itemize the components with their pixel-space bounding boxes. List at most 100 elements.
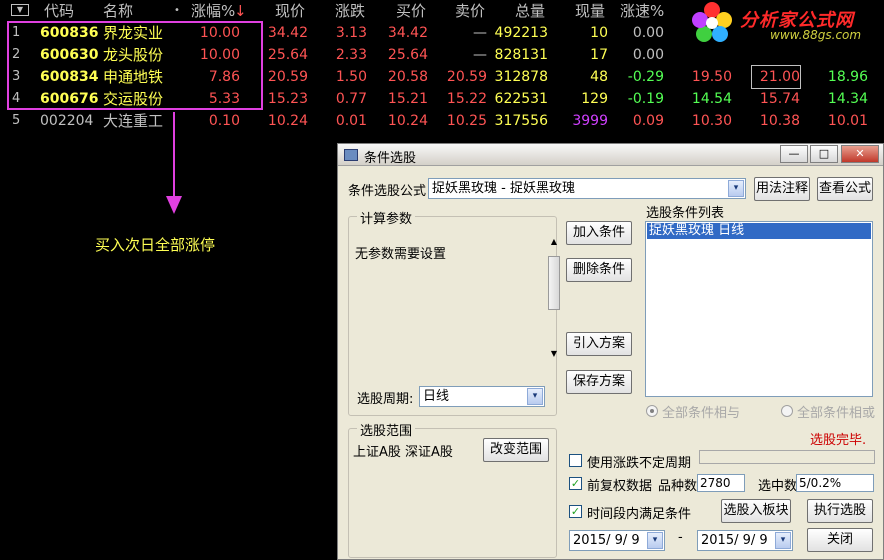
uncertain-period-label[interactable]: 使用涨跌不定周期 — [587, 452, 691, 471]
price: 25.64 — [267, 47, 308, 63]
scroll-thumb[interactable] — [548, 256, 560, 310]
flower-logo-icon — [692, 2, 732, 42]
current-volume: 48 — [590, 69, 608, 85]
condition-select-dialog: 条件选股 — □ ✕ 条件选股公式 捉妖黑玫瑰 - 捉妖黑玫瑰 ▾ 用法注释 查… — [337, 143, 884, 560]
add-condition-button[interactable]: 加入条件 — [566, 221, 632, 245]
header-price[interactable]: 现价 — [275, 0, 305, 22]
chevron-down-icon[interactable]: ▾ — [527, 388, 543, 405]
formula-select[interactable]: 捉妖黑玫瑰 - 捉妖黑玫瑰 ▾ — [428, 178, 746, 199]
add-to-block-button[interactable]: 选股入板块 — [721, 499, 791, 523]
sort-down-icon: ↓ — [234, 2, 247, 20]
scroll-up-icon[interactable]: ▲ — [547, 236, 561, 248]
change: 2.33 — [335, 47, 367, 63]
adjusted-data-checkbox[interactable]: ✓ — [569, 477, 582, 490]
ask: — — [473, 47, 487, 63]
header-volume[interactable]: 总量 — [515, 0, 545, 22]
change: 0.01 — [335, 113, 367, 129]
volume: 317556 — [494, 113, 548, 129]
volume: 492213 — [494, 25, 548, 41]
period-label: 选股周期: — [357, 392, 414, 407]
header-ask[interactable]: 卖价 — [455, 0, 485, 22]
adjusted-data-label[interactable]: 前复权数据 — [587, 475, 652, 494]
chevron-down-icon[interactable]: ▾ — [647, 532, 663, 549]
or-radio[interactable] — [781, 405, 793, 417]
execute-select-button[interactable]: 执行选股 — [807, 499, 873, 523]
open-price: 14.54 — [691, 91, 732, 107]
open-price: 19.50 — [691, 69, 732, 85]
sort-menu-button[interactable]: ▼ — [11, 4, 29, 16]
speed: 0.09 — [632, 113, 664, 129]
ask: 10.25 — [446, 113, 487, 129]
stock-code: 002204 — [40, 113, 94, 129]
open-price: 10.30 — [691, 113, 732, 129]
current-volume: 17 — [590, 47, 608, 63]
time-range-label[interactable]: 时间段内满足条件 — [587, 503, 691, 522]
price: 20.59 — [267, 69, 308, 85]
params-scrollbar[interactable]: ▲ ▼ — [547, 236, 561, 360]
view-formula-button[interactable]: 查看公式 — [817, 177, 873, 201]
dialog-titlebar[interactable]: 条件选股 — □ ✕ — [338, 144, 883, 166]
params-text: 无参数需要设置 — [355, 247, 447, 262]
and-radio-label[interactable]: 全部条件相与 — [662, 402, 740, 421]
save-plan-button[interactable]: 保存方案 — [566, 370, 632, 394]
status-text: 选股完毕. — [810, 433, 867, 448]
current-volume: 129 — [581, 91, 608, 107]
chevron-down-icon[interactable]: ▾ — [728, 180, 744, 197]
uncertain-period-checkbox[interactable] — [569, 454, 582, 467]
site-logo: 分析家公式网 www.88gs.com — [684, 0, 884, 44]
condition-list[interactable]: 捉妖黑玫瑰 日线 — [645, 221, 873, 397]
formula-label: 条件选股公式 — [348, 184, 427, 199]
hits-label: 选中数 — [758, 479, 798, 494]
current-volume: 3999 — [572, 113, 608, 129]
volume: 828131 — [494, 47, 548, 63]
volume: 312878 — [494, 69, 548, 85]
time-range-checkbox[interactable]: ✓ — [569, 505, 582, 518]
close-button[interactable]: 关闭 — [807, 528, 873, 552]
header-change-pct[interactable]: 涨幅% — [191, 0, 235, 22]
or-radio-label[interactable]: 全部条件相或 — [797, 402, 875, 421]
row-index: 5 — [12, 113, 21, 128]
import-plan-button[interactable]: 引入方案 — [566, 332, 632, 356]
date-to-value: 2015/ 9/ 9 — [701, 533, 768, 548]
scope-text: 上证A股 深证A股 — [353, 445, 453, 460]
and-radio[interactable] — [646, 405, 658, 417]
date-from-value: 2015/ 9/ 9 — [573, 533, 640, 548]
list-item[interactable]: 捉妖黑玫瑰 日线 — [647, 223, 871, 239]
ask: 15.22 — [446, 91, 487, 107]
maximize-button[interactable]: □ — [810, 145, 838, 163]
header-code[interactable]: 代码 — [44, 0, 74, 22]
table-row[interactable]: 5 002204 大连重工 0.10 10.24 0.01 10.24 10.2… — [0, 110, 884, 132]
header-change[interactable]: 涨跌 — [335, 0, 365, 22]
high-price: 21.00 — [751, 65, 801, 89]
speed: 0.00 — [632, 47, 664, 63]
speed: 0.00 — [632, 25, 664, 41]
date-to-select[interactable]: 2015/ 9/ 9 ▾ — [697, 530, 793, 551]
header-speed[interactable]: 涨速% — [620, 0, 664, 22]
header-name[interactable]: 名称 — [103, 0, 133, 22]
high-price: 10.38 — [759, 113, 800, 129]
highlight-box — [7, 21, 263, 110]
header-current[interactable]: 现量 — [575, 0, 605, 22]
price: 15.23 — [267, 91, 308, 107]
date-from-select[interactable]: 2015/ 9/ 9 ▾ — [569, 530, 665, 551]
speed: -0.19 — [627, 91, 664, 107]
close-window-button[interactable]: ✕ — [841, 145, 879, 163]
app-window-icon — [344, 149, 358, 161]
bid: 20.58 — [387, 69, 428, 85]
change: 1.50 — [335, 69, 367, 85]
ask: 20.59 — [446, 69, 487, 85]
change-scope-button[interactable]: 改变范围 — [483, 438, 549, 462]
minimize-button[interactable]: — — [780, 145, 808, 163]
count-label: 品种数 — [658, 479, 698, 494]
chevron-down-icon[interactable]: ▾ — [775, 532, 791, 549]
delete-condition-button[interactable]: 删除条件 — [566, 258, 632, 282]
header-bid[interactable]: 买价 — [396, 0, 426, 22]
condition-list-title: 选股条件列表 — [646, 206, 725, 221]
current-volume: 10 — [590, 25, 608, 41]
count-field: 2780 — [697, 474, 745, 492]
period-select[interactable]: 日线 ▾ — [419, 386, 545, 407]
high-price: 15.74 — [759, 91, 800, 107]
usage-notes-button[interactable]: 用法注释 — [754, 177, 810, 201]
scroll-down-icon[interactable]: ▼ — [547, 348, 561, 360]
change: 3.13 — [335, 25, 367, 41]
